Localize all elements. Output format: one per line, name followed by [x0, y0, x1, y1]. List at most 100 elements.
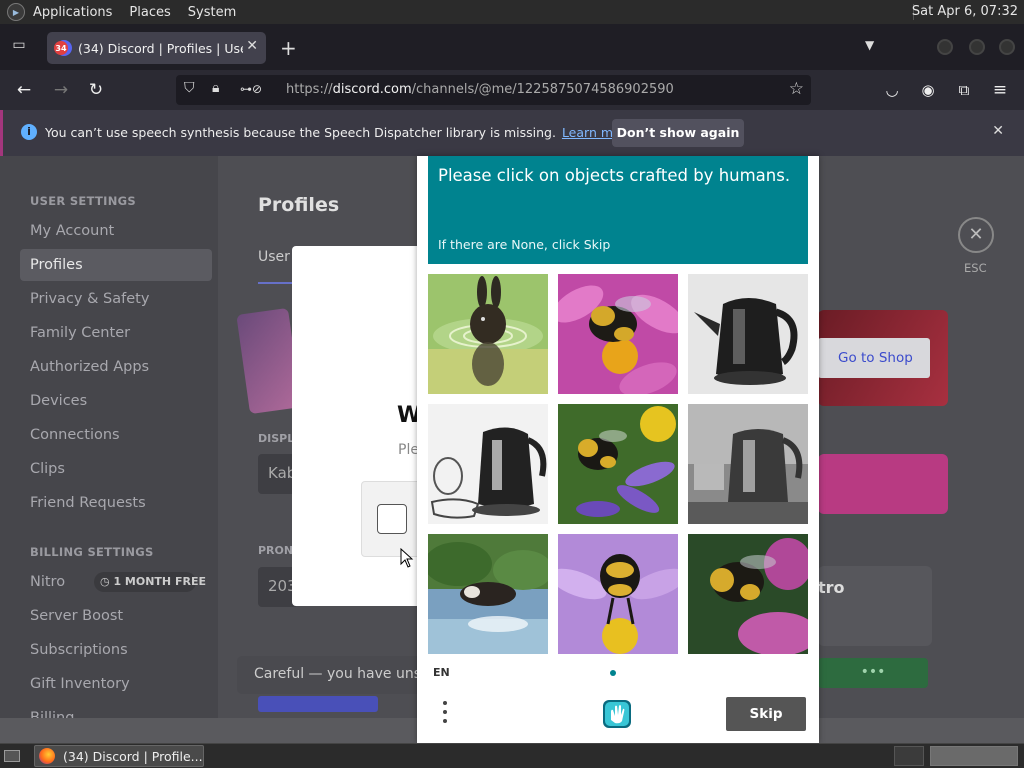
dont-show-again-button[interactable]: Don’t show again: [612, 119, 744, 147]
challenge-tile-6[interactable]: [688, 404, 808, 524]
challenge-tile-1[interactable]: [428, 274, 548, 394]
skip-button[interactable]: Skip: [726, 697, 806, 731]
sidebar-item-subscriptions[interactable]: Subscriptions: [20, 634, 212, 666]
account-icon[interactable]: ◉: [917, 79, 939, 101]
challenge-prompt-text: Please click on objects crafted by human…: [438, 166, 791, 185]
hcaptcha-challenge: Please click on objects crafted by human…: [417, 156, 819, 743]
settings-sidebar: USER SETTINGS My Account Profiles Privac…: [0, 156, 218, 718]
menu-dots-icon[interactable]: [442, 701, 448, 727]
challenge-tile-8[interactable]: [558, 534, 678, 654]
bookmark-star-icon[interactable]: ☆: [789, 79, 804, 99]
challenge-tile-5[interactable]: [558, 404, 678, 524]
extensions-icon[interactable]: ⧉: [953, 79, 975, 101]
notification-close-icon[interactable]: ✕: [992, 123, 1004, 139]
verification-title: W: [397, 403, 417, 428]
info-icon: i: [21, 124, 37, 140]
taskbar-firefox-window[interactable]: (34) Discord | Profile...: [34, 745, 204, 767]
url-domain: discord.com: [332, 82, 412, 97]
back-arrow-icon[interactable]: ←: [13, 79, 35, 101]
url-text[interactable]: https://discord.com/channels/@me/1225875…: [286, 82, 674, 97]
applications-menu[interactable]: Applications: [33, 5, 112, 20]
billing-settings-header: BILLING SETTINGS: [30, 545, 154, 559]
new-tab-icon[interactable]: +: [280, 36, 297, 60]
user-settings-header: USER SETTINGS: [30, 194, 136, 208]
rabbit-image: [428, 274, 548, 394]
maximize-window-button[interactable]: [969, 39, 985, 55]
challenge-prompt-subtext: If there are None, click Skip: [438, 237, 611, 252]
bottom-taskbar: (34) Discord | Profile...: [0, 743, 1024, 768]
system-menu[interactable]: System: [188, 5, 236, 20]
reload-icon[interactable]: ↻: [85, 79, 107, 101]
kettle-image: [688, 404, 808, 524]
clock[interactable]: Sat Apr 6, 07:32: [912, 4, 1018, 19]
verification-modal: W Ple: [292, 246, 417, 606]
permissions-icon[interactable]: ⊶⊘: [240, 82, 262, 96]
url-path: /channels/@me/1225875074586902590: [411, 82, 674, 97]
close-window-button[interactable]: [999, 39, 1015, 55]
hcaptcha-logo-icon[interactable]: [601, 698, 633, 730]
minimize-window-button[interactable]: [937, 39, 953, 55]
close-settings-icon[interactable]: ✕: [958, 217, 994, 253]
kettle-sketch-image: [428, 404, 548, 524]
change-avatar-button[interactable]: [258, 696, 378, 712]
verification-subtitle: Ple: [398, 442, 417, 458]
challenge-tile-3[interactable]: [688, 274, 808, 394]
save-changes-button[interactable]: •••: [818, 658, 928, 688]
sidebar-item-friend-requests[interactable]: Friend Requests: [20, 487, 212, 519]
hcaptcha-checkbox[interactable]: [377, 504, 407, 534]
tab-list-icon[interactable]: ▭: [9, 37, 29, 57]
browser-tab-discord[interactable]: 34 (34) Discord | Profiles | User Settin…: [47, 32, 266, 64]
chevron-down-icon[interactable]: ▼: [865, 38, 874, 52]
sidebar-item-authorized-apps[interactable]: Authorized Apps: [20, 351, 212, 383]
sidebar-item-family-center[interactable]: Family Center: [20, 317, 212, 349]
sidebar-item-devices[interactable]: Devices: [20, 385, 212, 417]
challenge-prompt: Please click on objects crafted by human…: [428, 156, 808, 264]
page-indicator-dot: [610, 670, 616, 676]
notification-bar: i You can’t use speech synthesis because…: [0, 110, 1024, 156]
sidebar-item-gift-inventory[interactable]: Gift Inventory: [20, 668, 212, 700]
sidebar-item-connections[interactable]: Connections: [20, 419, 212, 451]
url-bar[interactable]: ⛉ 🔒︎ ⊶⊘ https://discord.com/channels/@me…: [176, 75, 811, 105]
gnome-top-panel: ▶ Applications Places System Sat Apr 6, …: [0, 0, 1024, 24]
tab-user-profile[interactable]: User: [258, 249, 290, 265]
sidebar-item-clips[interactable]: Clips: [20, 453, 212, 485]
browser-tab-strip: ▭ 34 (34) Discord | Profiles | User Sett…: [0, 24, 1024, 70]
pocket-icon[interactable]: ◡: [881, 79, 903, 101]
nitro-preview-text: tro: [818, 578, 845, 597]
mouse-pointer-icon: [400, 548, 414, 568]
forward-arrow-icon[interactable]: →: [50, 79, 72, 101]
esc-label: ESC: [964, 261, 987, 275]
bee-on-flower-image: [688, 534, 808, 654]
lock-icon[interactable]: 🔒︎: [212, 80, 219, 96]
places-menu[interactable]: Places: [129, 5, 170, 20]
challenge-tile-9[interactable]: [688, 534, 808, 654]
challenge-tile-4[interactable]: [428, 404, 548, 524]
sidebar-item-privacy-safety[interactable]: Privacy & Safety: [20, 283, 212, 315]
tab-close-icon[interactable]: ✕: [246, 38, 258, 54]
workspace-switcher[interactable]: [894, 746, 924, 766]
go-to-shop-button[interactable]: Go to Shop: [818, 338, 930, 378]
hamburger-menu-icon[interactable]: ≡: [989, 79, 1011, 101]
sidebar-item-billing[interactable]: Billing: [20, 702, 212, 718]
hcaptcha-widget: [361, 481, 417, 557]
challenge-tile-2[interactable]: [558, 274, 678, 394]
distro-logo-icon[interactable]: ▶: [7, 3, 25, 21]
nitro-free-badge: ◷ 1 MONTH FREE: [94, 572, 206, 592]
kettle-image: [688, 274, 808, 394]
active-tab-underline: [258, 282, 292, 284]
bee-on-flower-image: [558, 534, 678, 654]
challenge-tile-7[interactable]: [428, 534, 548, 654]
notification-message: You can’t use speech synthesis because t…: [45, 125, 633, 140]
language-selector[interactable]: EN: [433, 666, 450, 679]
unread-badge: 34: [54, 41, 68, 55]
pronouns-label: PRON: [258, 544, 294, 557]
sidebar-item-profiles[interactable]: Profiles: [20, 249, 212, 281]
show-desktop-icon[interactable]: [4, 750, 20, 762]
sidebar-item-my-account[interactable]: My Account: [20, 215, 212, 247]
nitro-promo-banner: [818, 454, 948, 514]
display-name-label: DISPL: [258, 432, 295, 445]
shield-icon[interactable]: ⛉: [184, 80, 195, 96]
workspace-2[interactable]: [930, 746, 1018, 766]
discord-favicon-icon: 34: [54, 40, 72, 56]
sidebar-item-server-boost[interactable]: Server Boost: [20, 600, 212, 632]
